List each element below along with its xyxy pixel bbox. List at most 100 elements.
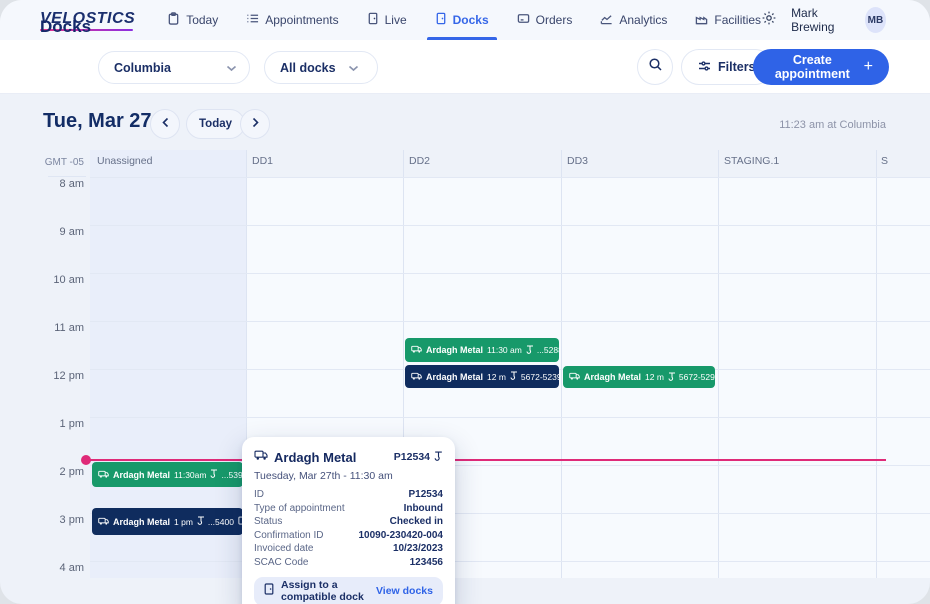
- nav-item-today[interactable]: Today: [167, 0, 218, 40]
- app-window: VELOSTICS Today Appointments Live Docks …: [0, 0, 930, 604]
- hook-icon: [510, 371, 518, 382]
- nav-label: Facilities: [714, 13, 761, 27]
- filters-label: Filters: [718, 60, 756, 74]
- event-trailer: ...5400: [208, 517, 234, 527]
- appointment-event[interactable]: Ardagh Metal 12 m 5672-5239 DD2: [405, 365, 559, 388]
- time-label: 2 pm: [8, 466, 84, 478]
- nav-label: Docks: [453, 13, 489, 27]
- plus-icon: +: [864, 58, 873, 76]
- hour-gridline: [90, 273, 930, 274]
- time-label: 11 am: [8, 322, 84, 334]
- today-button[interactable]: Today: [186, 109, 245, 139]
- event-time: 12 m: [645, 372, 664, 382]
- column-header-dd3: DD3: [567, 155, 588, 167]
- nav-label: Appointments: [265, 13, 338, 27]
- event-title: Ardagh Metal: [584, 372, 641, 382]
- appointment-event[interactable]: Ardagh Metal 1 pm ...5400 N/A: [92, 508, 243, 535]
- event-trailer: 5672-5239: [521, 372, 559, 382]
- docks-select[interactable]: All docks: [264, 51, 378, 84]
- detail-value: 10090-230420-004: [358, 530, 443, 541]
- nav-label: Live: [385, 13, 407, 27]
- detail-value: 123456: [410, 557, 443, 568]
- door-icon: [367, 12, 379, 28]
- truck-icon: [411, 368, 422, 386]
- chevron-right-icon: [252, 115, 259, 133]
- docks-select-value: All docks: [280, 61, 336, 75]
- hook-icon: [210, 469, 218, 480]
- detail-label: SCAC Code: [254, 557, 308, 568]
- location-select[interactable]: Columbia: [98, 51, 250, 84]
- popup-detail-rows: IDP12534 Type of appointmentInbound Stat…: [254, 489, 443, 568]
- event-title: Ardagh Metal: [426, 372, 483, 382]
- nav-right-cluster: Mark Brewing MB: [761, 6, 930, 34]
- appointment-event[interactable]: Ardagh Metal 12 m 5672-5299 DD3: [563, 366, 715, 388]
- nav-item-analytics[interactable]: Analytics: [600, 0, 667, 40]
- time-label: 10 am: [8, 274, 84, 286]
- column-header-dd2: DD2: [409, 155, 430, 167]
- popup-code-value: P12534: [394, 451, 430, 463]
- list-icon: [246, 12, 259, 28]
- time-label: 3 pm: [8, 514, 84, 526]
- sliders-icon: [698, 60, 711, 75]
- nav-item-orders[interactable]: Orders: [517, 0, 573, 40]
- location-select-value: Columbia: [114, 61, 171, 75]
- hook-icon: [526, 345, 534, 356]
- hook-icon: [197, 516, 205, 527]
- view-docks-link[interactable]: View docks: [376, 585, 433, 597]
- clipboard-icon: [167, 12, 180, 28]
- time-label: 9 am: [8, 226, 84, 238]
- detail-row: Confirmation ID10090-230420-004: [254, 530, 443, 541]
- hour-gridline: [90, 561, 930, 562]
- column-header-staging1: STAGING.1: [724, 155, 779, 167]
- create-appointment-label: Create appointment: [771, 53, 854, 81]
- column-header-dd1: DD1: [252, 155, 273, 167]
- search-button[interactable]: [637, 49, 673, 85]
- detail-row: SCAC Code 123456: [254, 557, 443, 568]
- hour-gridline: [90, 321, 930, 322]
- assign-label: Assign to a compatible dock: [281, 579, 369, 603]
- appointment-event[interactable]: Ardagh Metal 11:30am ...5399 N/A: [92, 462, 243, 487]
- hour-gridline: [90, 225, 930, 226]
- gear-icon[interactable]: [761, 10, 777, 31]
- time-label: 8 am: [8, 178, 84, 190]
- detail-value: Inbound: [404, 503, 443, 514]
- hook-icon: [668, 372, 676, 383]
- nav-item-appointments[interactable]: Appointments: [246, 0, 338, 40]
- event-trailer: ...5288: [537, 345, 559, 355]
- next-day-button[interactable]: [240, 109, 270, 139]
- detail-row: Status Checked in: [254, 516, 443, 527]
- prev-day-button[interactable]: [150, 109, 180, 139]
- popup-code: P12534: [394, 451, 443, 464]
- column-header-unassigned: Unassigned: [97, 155, 152, 167]
- current-date: Tue, Mar 27: [43, 110, 152, 133]
- detail-value: Checked in: [390, 516, 443, 527]
- column-header-partial: S: [881, 155, 888, 167]
- detail-row: Type of appointment Inbound: [254, 503, 443, 514]
- detail-label: Type of appointment: [254, 503, 345, 514]
- chevron-left-icon: [162, 115, 169, 133]
- event-trailer: 5672-5299: [679, 372, 715, 382]
- truck-icon: [98, 466, 109, 484]
- nav-item-live[interactable]: Live: [367, 0, 407, 40]
- truck-icon: [98, 513, 109, 531]
- analytics-icon: [600, 12, 613, 28]
- nav-label: Orders: [536, 13, 573, 27]
- detail-label: Status: [254, 516, 282, 527]
- detail-value: 10/23/2023: [393, 543, 443, 554]
- popup-title: Ardagh Metal: [274, 450, 388, 465]
- nav-item-docks[interactable]: Docks: [435, 0, 489, 40]
- timezone-label: GMT -05: [0, 157, 84, 168]
- avatar[interactable]: MB: [865, 7, 886, 33]
- gutter-underline: [48, 176, 86, 177]
- nav-label: Today: [186, 13, 218, 27]
- event-title: Ardagh Metal: [113, 470, 170, 480]
- create-appointment-button[interactable]: Create appointment +: [753, 49, 889, 85]
- assign-dock-bar[interactable]: Assign to a compatible dock View docks: [254, 577, 443, 604]
- chevron-down-icon: [348, 61, 359, 75]
- nav-item-facilities[interactable]: Facilities: [695, 0, 761, 40]
- appointment-event[interactable]: Ardagh Metal 11:30 am ...5288 DD2: [405, 338, 559, 362]
- user-name[interactable]: Mark Brewing: [791, 6, 851, 34]
- hour-gridline: [90, 177, 930, 178]
- orders-icon: [517, 12, 530, 28]
- event-title: Ardagh Metal: [113, 517, 170, 527]
